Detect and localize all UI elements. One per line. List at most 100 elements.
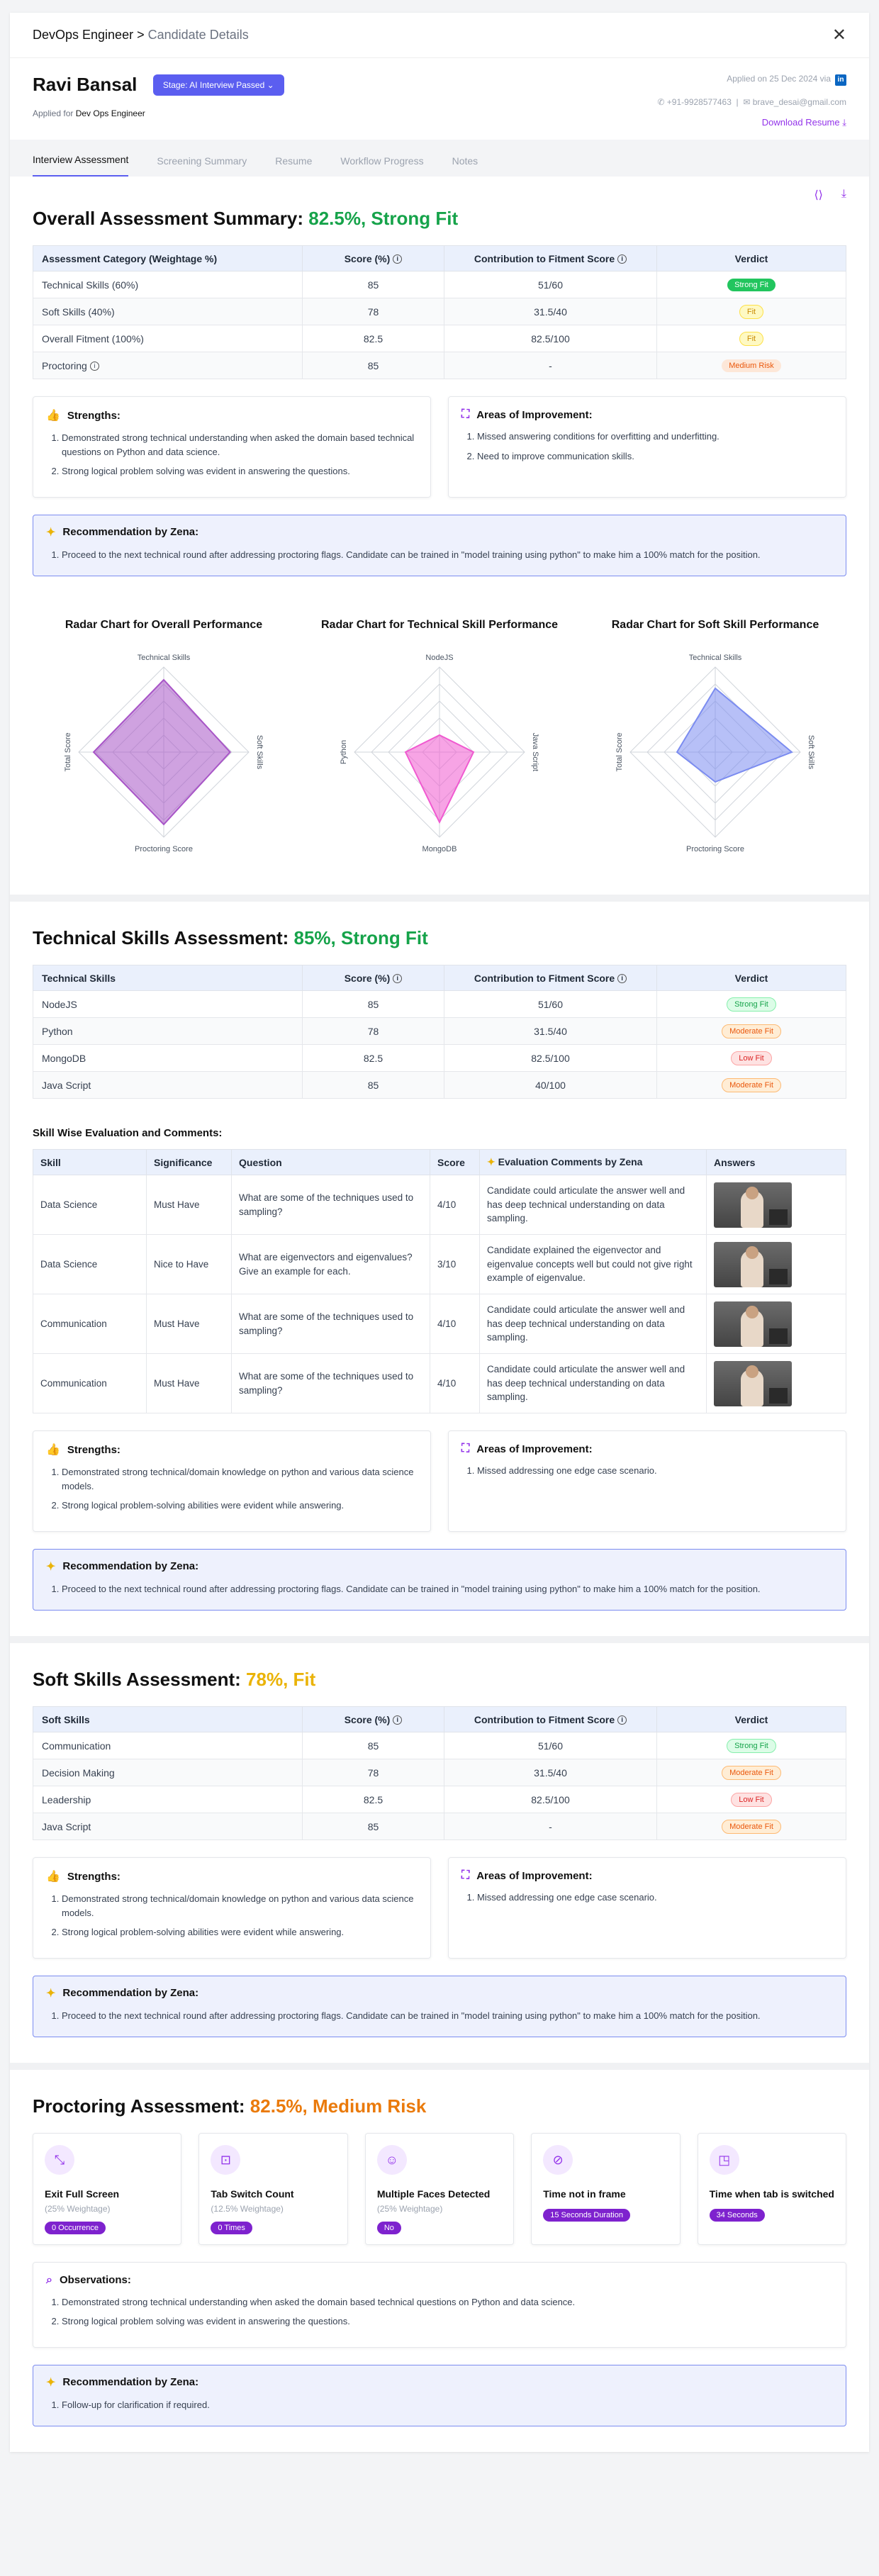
strengths-box: 👍Strengths: Demonstrated strong technica… <box>33 396 431 498</box>
status-badge: 0 Times <box>211 2221 252 2234</box>
recommendation-box: ✦Recommendation by Zena: Proceed to the … <box>33 1548 846 1611</box>
recommendation-box: ✦Recommendation by Zena: Proceed to the … <box>33 514 846 576</box>
table-row: Data Science Must Have What are some of th… <box>33 1175 846 1235</box>
radar-axis-label: Total Score <box>64 732 72 771</box>
download-icon[interactable]: ⤓ <box>841 188 846 205</box>
improvement-box: ⛶Areas of Improvement: Missed addressing… <box>448 1857 846 1959</box>
top-bar: DevOps Engineer > Candidate Details ✕ <box>10 13 869 58</box>
tab-resume[interactable]: Resume <box>275 155 312 177</box>
strengths-box: 👍Strengths: Demonstrated strong technica… <box>33 1430 431 1532</box>
radar-axis-label: Proctoring Score <box>686 845 744 853</box>
breadcrumb-job[interactable]: DevOps Engineer <box>33 28 133 42</box>
status-badge: Medium Risk <box>722 359 781 372</box>
soft-title: Soft Skills Assessment: 78%, Fit <box>33 1669 316 1690</box>
download-resume-link[interactable]: Download Resume ⤓ <box>657 117 846 128</box>
table-row: Communication 85 51/60 Strong Fit <box>33 1732 846 1759</box>
status-badge: Low Fit <box>731 1792 772 1807</box>
table-row: Leadership 82.5 82.5/100 Low Fit <box>33 1786 846 1813</box>
answer-video-thumbnail[interactable] <box>714 1182 792 1228</box>
table-row: Decision Making 78 31.5/40 Moderate Fit <box>33 1759 846 1786</box>
table-row: Proctoring i 85- Medium Risk <box>33 352 846 379</box>
technical-section: Technical Skills Assessment: 85%, Strong… <box>10 902 869 1636</box>
breadcrumb: DevOps Engineer > Candidate Details <box>33 28 249 42</box>
thumbs-up-icon: 👍 <box>46 1871 60 1883</box>
overall-table: Assessment Category (Weightage %) Score … <box>33 245 846 379</box>
info-icon: i <box>617 254 627 264</box>
table-row: Communication Must Have What are some of t… <box>33 1353 846 1413</box>
improvement-box: ⛶Areas of Improvement: Missed answering … <box>448 396 846 498</box>
tab-interview-assessment[interactable]: Interview Assessment <box>33 154 129 177</box>
technical-table: Technical Skills Score (%) i Contribution… <box>33 965 846 1099</box>
contact-info: ✆ +91-9928577463 | ✉ brave_desai@gmail.c… <box>657 97 846 107</box>
strengths-box: 👍Strengths: Demonstrated strong technica… <box>33 1857 431 1959</box>
radar-axis-label: NodeJS <box>425 654 453 662</box>
status-badge: Fit <box>739 331 764 346</box>
tab-workflow-progress[interactable]: Workflow Progress <box>340 155 423 177</box>
tab-bar: Interview Assessment Screening Summary R… <box>10 140 869 177</box>
radar-technical: Radar Chart for Technical Skill Performa… <box>308 619 571 869</box>
radar-axis-label: Python <box>340 740 348 764</box>
search-icon: ⌕ <box>46 2273 52 2286</box>
info-icon: i <box>393 974 403 984</box>
radar-area <box>676 687 793 783</box>
info-icon: i <box>617 974 627 984</box>
radar-overall: Radar Chart for Overall Performance Techn… <box>33 619 295 869</box>
phone-icon: ✆ <box>657 97 665 107</box>
tab-notes[interactable]: Notes <box>452 155 478 177</box>
chevron-down-icon: ⌄ <box>267 79 274 90</box>
radar-axis-label: Soft Skills <box>807 735 815 770</box>
answer-video-thumbnail[interactable] <box>714 1301 792 1347</box>
share-icon[interactable]: ⟨⟩ <box>814 188 822 205</box>
radar-axis-label: Technical Skills <box>138 654 191 662</box>
radar-axis-label: Soft Skills <box>255 735 264 770</box>
download-icon: ⤓ <box>842 117 846 128</box>
proctor-card-not-in-frame: ⊘ Time not in frame 15 Seconds Duration <box>531 2133 681 2245</box>
status-badge: Moderate Fit <box>722 1819 781 1834</box>
table-row: NodeJS 85 51/60 Strong Fit <box>33 990 846 1018</box>
table-row: Technical Skills (60%) 85 51/60 Strong Fit <box>33 271 846 298</box>
table-row: MongoDB 82.5 82.5/100 Low Fit <box>33 1044 846 1072</box>
radar-chart-0: Technical Skills Soft Skills Proctoring Sc… <box>64 654 264 853</box>
radar-axis-label: Total Score <box>615 732 624 771</box>
tab-screening-summary[interactable]: Screening Summary <box>157 155 247 177</box>
stage-dropdown[interactable]: Stage: AI Interview Passed ⌄ <box>152 74 284 96</box>
mail-icon: ✉ <box>743 97 751 107</box>
breadcrumb-current: Candidate Details <box>147 28 249 42</box>
soft-table: Soft Skills Score (%) i Contribution to F… <box>33 1706 846 1840</box>
technical-title: Technical Skills Assessment: 85%, Strong… <box>33 927 428 948</box>
status-badge: Moderate Fit <box>722 1024 781 1038</box>
answer-video-thumbnail[interactable] <box>714 1360 792 1406</box>
table-row: Overall Fitment (100%) 82.5 82.5/100 Fit <box>33 325 846 352</box>
answer-video-thumbnail[interactable] <box>714 1241 792 1287</box>
status-badge: Strong Fit <box>727 279 776 291</box>
table-row: Python 78 31.5/40 Moderate Fit <box>33 1017 846 1045</box>
camera-off-icon: ⊘ <box>543 2145 573 2175</box>
info-icon: i <box>89 362 99 371</box>
proctor-card-multiple-faces: ☺ Multiple Faces Detected (25% Weightage) N… <box>364 2133 515 2245</box>
radar-axis-label: Technical Skills <box>689 654 742 662</box>
close-icon[interactable]: ✕ <box>832 25 846 45</box>
linkedin-icon[interactable]: in <box>835 74 846 86</box>
skill-wise-title: Skill Wise Evaluation and Comments: <box>33 1127 223 1139</box>
status-badge: 34 Seconds <box>709 2208 765 2222</box>
proctoring-section: Proctoring Assessment: 82.5%, Medium Ris… <box>10 2070 869 2452</box>
tab-icon: ⊡ <box>211 2145 241 2175</box>
radar-area <box>404 734 475 824</box>
table-row: Java Script 85- Moderate Fit <box>33 1813 846 1840</box>
info-icon: i <box>617 1715 627 1725</box>
radar-axis-label: Java Script <box>531 733 539 771</box>
thumbs-up-icon: 👍 <box>46 1444 60 1456</box>
radar-chart-1: NodeJS Java Script MongoDB Python <box>340 654 539 853</box>
focus-icon: ⛶ <box>461 408 470 420</box>
proctor-card-tab-switch: ⊡ Tab Switch Count (12.5% Weightage) 0 Time… <box>198 2133 348 2245</box>
expand-icon: ⤡ <box>45 2145 74 2175</box>
sparkle-icon: ✦ <box>487 1156 496 1167</box>
sparkle-icon: ✦ <box>46 526 56 539</box>
radar-area <box>92 678 231 826</box>
table-row: Communication Must Have What are some of t… <box>33 1294 846 1354</box>
sparkle-icon: ✦ <box>46 1987 56 2000</box>
overall-section: ⟨⟩ ⤓ Overall Assessment Summary: 82.5%, S… <box>10 177 869 895</box>
sparkle-icon: ✦ <box>46 1560 56 1573</box>
status-badge: 15 Seconds Duration <box>543 2208 630 2222</box>
recommendation-box: ✦Recommendation by Zena: Proceed to the … <box>33 1975 846 2037</box>
